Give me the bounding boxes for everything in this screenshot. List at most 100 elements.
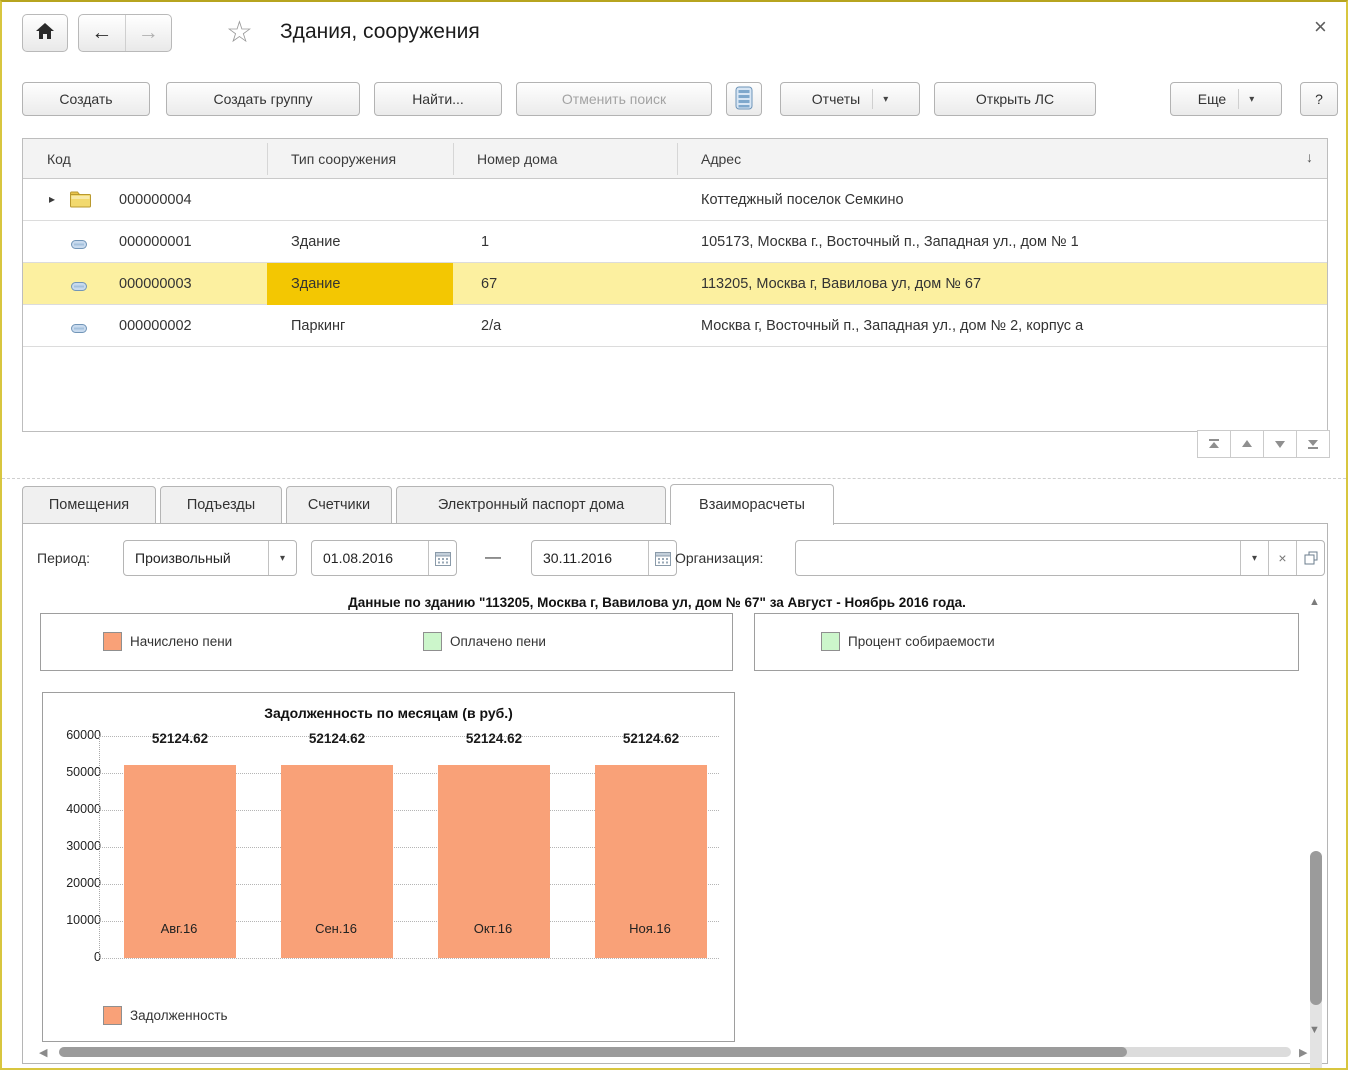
scroll-up-button[interactable] — [1230, 430, 1264, 458]
list-icon — [735, 86, 753, 113]
organization-field[interactable]: ▾ × — [795, 540, 1325, 576]
nav-history-group: ← → — [78, 14, 172, 52]
table-row[interactable]: 000000001 Здание 1 105173, Москва г., Во… — [23, 221, 1327, 263]
list-settings-button[interactable] — [726, 82, 762, 116]
period-label: Период: — [37, 550, 90, 566]
date-from-field[interactable]: 01.08.2016 — [311, 540, 457, 576]
help-button[interactable]: ? — [1300, 82, 1338, 116]
debt-series-label: Задолженность — [130, 1008, 228, 1023]
table-row[interactable]: 000000002 Паркинг 2/а Москва г, Восточны… — [23, 305, 1327, 347]
horizontal-scroll-thumb[interactable] — [59, 1047, 1127, 1057]
table-row-selected[interactable]: 000000003 Здание 67 113205, Москва г, Ва… — [23, 263, 1327, 305]
column-separator — [453, 143, 454, 175]
scroll-to-top-button[interactable] — [1197, 430, 1231, 458]
scroll-down-button[interactable] — [1263, 430, 1297, 458]
pane-splitter[interactable] — [2, 478, 1346, 479]
horizontal-scrollbar[interactable]: ◀ ▶ — [37, 1044, 1313, 1060]
page-title: Здания, сооружения — [280, 20, 480, 44]
paid-color-swatch — [423, 632, 442, 651]
column-header-code[interactable]: Код — [23, 139, 267, 179]
back-button[interactable]: ← — [79, 15, 126, 51]
scrollbar-right-icon[interactable]: ▶ — [1299, 1046, 1307, 1059]
calendar-icon[interactable] — [428, 541, 456, 575]
favorite-star-icon[interactable]: ☆ — [226, 16, 253, 50]
open-ls-button[interactable]: Открыть ЛС — [934, 82, 1096, 116]
cell-address[interactable]: 113205, Москва г, Вавилова ул, дом № 67 — [701, 263, 981, 305]
debt-color-swatch — [103, 1006, 122, 1025]
reports-button[interactable]: Отчеты ▾ — [780, 82, 920, 116]
x-tick-label: Ноя.16 — [594, 921, 706, 936]
date-from-value: 01.08.2016 — [312, 550, 428, 566]
open-in-new-icon[interactable] — [1296, 541, 1324, 575]
column-header-type[interactable]: Тип сооружения — [267, 139, 453, 179]
calendar-icon[interactable] — [648, 541, 676, 575]
create-button-label: Создать — [59, 91, 112, 107]
forward-button[interactable]: → — [126, 15, 172, 51]
cell-type[interactable]: Здание — [291, 263, 340, 305]
column-header-house-number[interactable]: Номер дома — [453, 139, 677, 179]
cell-type[interactable]: Паркинг — [291, 305, 345, 347]
find-button[interactable]: Найти... — [374, 82, 502, 116]
bar-value-label: 52124.62 — [429, 731, 559, 746]
vertical-scrollbar[interactable]: ▲ ▼ — [1305, 596, 1327, 1042]
tab-settlements[interactable]: Взаиморасчеты — [670, 484, 834, 525]
date-range-dash: — — [485, 549, 501, 567]
y-tick-label: 20000 — [49, 876, 101, 890]
legend-item-paid: Оплачено пени — [423, 632, 546, 651]
bar-value-label: 52124.62 — [586, 731, 716, 746]
report-header: Данные по зданию "113205, Москва г, Вави… — [37, 595, 1277, 610]
cell-code[interactable]: 000000004 — [119, 179, 192, 221]
cancel-search-button[interactable]: Отменить поиск — [516, 82, 712, 116]
date-to-field[interactable]: 30.11.2016 — [531, 540, 677, 576]
cell-code[interactable]: 000000003 — [119, 263, 192, 305]
tab-meters[interactable]: Счетчики — [286, 486, 392, 524]
vertical-scroll-thumb[interactable] — [1310, 851, 1322, 1005]
legend-item-collection: Процент собираемости — [821, 632, 995, 651]
cell-address[interactable]: 105173, Москва г., Восточный п., Западна… — [701, 221, 1079, 263]
find-button-label: Найти... — [412, 91, 464, 107]
help-button-label: ? — [1315, 91, 1323, 107]
chart-legend-item: Задолженность — [103, 1006, 228, 1025]
tab-entrances[interactable]: Подъезды — [160, 486, 282, 524]
scrollbar-down-icon[interactable]: ▼ — [1309, 1024, 1320, 1036]
organization-clear-icon[interactable]: × — [1268, 541, 1296, 575]
cell-address[interactable]: Коттеджный поселок Семкино — [701, 179, 904, 221]
cell-house-number[interactable]: 2/а — [481, 305, 501, 347]
reports-button-label: Отчеты — [812, 91, 860, 107]
y-tick-label: 30000 — [49, 839, 101, 853]
organization-label: Организация: — [675, 550, 763, 566]
building-item-icon — [71, 321, 87, 337]
y-tick-label: 0 — [49, 950, 101, 964]
more-dropdown-icon[interactable]: ▾ — [1238, 89, 1254, 109]
bar-value-label: 52124.62 — [272, 731, 402, 746]
horizontal-scroll-track[interactable] — [59, 1047, 1291, 1057]
sort-desc-icon[interactable]: ↓ — [1306, 149, 1313, 165]
more-button[interactable]: Еще ▾ — [1170, 82, 1282, 116]
period-dropdown-icon[interactable]: ▾ — [268, 541, 296, 575]
cell-type[interactable]: Здание — [291, 221, 340, 263]
table-row-group[interactable]: ▸ 000000004 Коттеджный поселок Семкино — [23, 179, 1327, 221]
cell-address[interactable]: Москва г, Восточный п., Западная ул., до… — [701, 305, 1083, 347]
cell-code[interactable]: 000000001 — [119, 221, 192, 263]
column-header-address[interactable]: Адрес — [677, 139, 1287, 179]
tab-electronic-passport[interactable]: Электронный паспорт дома — [396, 486, 666, 524]
scroll-to-bottom-button[interactable] — [1296, 430, 1330, 458]
expand-icon[interactable]: ▸ — [49, 192, 55, 206]
y-tick-label: 60000 — [49, 728, 101, 742]
create-button[interactable]: Создать — [22, 82, 150, 116]
tab-premises[interactable]: Помещения — [22, 486, 156, 524]
home-icon — [35, 22, 55, 45]
reports-dropdown-icon[interactable]: ▾ — [872, 89, 888, 109]
x-tick-label: Окт.16 — [437, 921, 549, 936]
period-select[interactable]: Произвольный ▾ — [123, 540, 297, 576]
home-button[interactable] — [22, 14, 68, 52]
column-separator — [267, 143, 268, 175]
organization-dropdown-icon[interactable]: ▾ — [1240, 541, 1268, 575]
scrollbar-left-icon[interactable]: ◀ — [39, 1046, 47, 1059]
cell-house-number[interactable]: 67 — [481, 263, 497, 305]
create-group-button[interactable]: Создать группу — [166, 82, 360, 116]
scrollbar-up-icon[interactable]: ▲ — [1309, 596, 1320, 608]
cell-code[interactable]: 000000002 — [119, 305, 192, 347]
cell-house-number[interactable]: 1 — [481, 221, 489, 263]
close-icon[interactable]: × — [1314, 14, 1327, 40]
